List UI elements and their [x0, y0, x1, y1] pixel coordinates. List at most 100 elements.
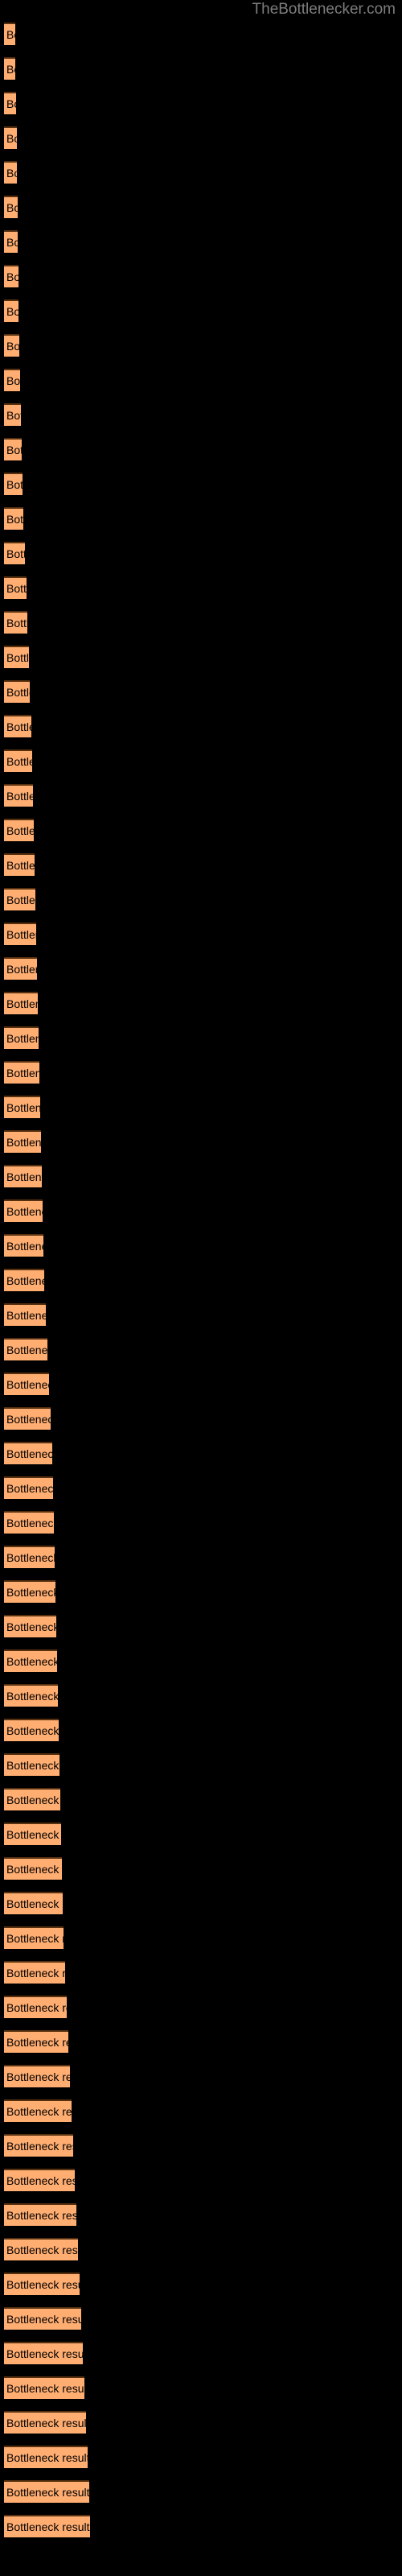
bar-label: Bottleneck result — [6, 2417, 86, 2429]
bar: Bottleneck result — [4, 1165, 42, 1187]
bar-label: Bottleneck result — [6, 28, 15, 41]
bar: Bottleneck result — [4, 507, 23, 530]
bar: Bottleneck result — [4, 853, 35, 876]
bar: Bottleneck result — [4, 680, 30, 703]
bar-label: Bottleneck result — [6, 1828, 61, 1841]
bar: Bottleneck result — [4, 2134, 73, 2157]
bar-label: Bottleneck result — [6, 2313, 81, 2326]
bar-label: Bottleneck result — [6, 1551, 55, 1564]
bar-label: Bottleneck result — [6, 97, 16, 110]
bar: Bottleneck result — [4, 1234, 43, 1257]
bar-label: Bottleneck result — [6, 963, 37, 976]
bar-label: Bottleneck result — [6, 1378, 49, 1391]
bar: Bottleneck result — [4, 196, 18, 218]
bar: Bottleneck result — [4, 1338, 47, 1360]
bar-label: Bottleneck result — [6, 2382, 84, 2395]
bar-label: Bottleneck result — [6, 409, 21, 422]
bar-label: Bottleneck result — [6, 1170, 42, 1183]
bar: Bottleneck result — [4, 819, 34, 841]
bar-label: Bottleneck result — [6, 374, 20, 387]
bar-label: Bottleneck result — [6, 2105, 72, 2118]
bar: Bottleneck result — [4, 1546, 55, 1568]
bar: Bottleneck result — [4, 1753, 59, 1776]
bars-layer: Bottleneck result Bottleneck result Bottle… — [0, 0, 402, 2576]
bar-label: Bottleneck result — [6, 201, 18, 214]
bar-label: Bottleneck result — [6, 720, 31, 733]
bar: Bottleneck result — [4, 1926, 64, 1949]
bar: Bottleneck result — [4, 2203, 76, 2226]
bar-label: Bottleneck result — [6, 1620, 56, 1633]
bar-label: Bottleneck result — [6, 1447, 52, 1460]
bar-label: Bottleneck result — [6, 1655, 57, 1668]
bar: Bottleneck result — [4, 2030, 68, 2053]
bar: Bottleneck result — [4, 1684, 58, 1707]
bar: Bottleneck result — [4, 2411, 86, 2434]
bar-label: Bottleneck result — [6, 2140, 73, 2153]
bar-label: Bottleneck result — [6, 305, 18, 318]
bar-label: Bottleneck result — [6, 2451, 88, 2464]
bar-label: Bottleneck result — [6, 1136, 41, 1149]
bar: Bottleneck result — [4, 1649, 57, 1672]
bar: Bottleneck result — [4, 1269, 44, 1291]
bar-label: Bottleneck result — [6, 1586, 55, 1599]
bar-label: Bottleneck result — [6, 859, 35, 872]
bar: Bottleneck result — [4, 126, 17, 149]
bar: Bottleneck result — [4, 161, 17, 184]
bar-label: Bottleneck result — [6, 2001, 67, 2014]
bar: Bottleneck result — [4, 611, 27, 634]
bar-label: Bottleneck result — [6, 2174, 75, 2187]
bar-label: Bottleneck result — [6, 132, 17, 145]
bar: Bottleneck result — [4, 1130, 41, 1153]
bar-label: Bottleneck result — [6, 1863, 62, 1876]
bar-label: Bottleneck result — [6, 1274, 44, 1287]
bar: Bottleneck result — [4, 23, 15, 45]
bar-label: Bottleneck result — [6, 1517, 54, 1530]
bar-label: Bottleneck result — [6, 478, 23, 491]
bar-label: Bottleneck result — [6, 2209, 76, 2222]
bar-label: Bottleneck result — [6, 513, 23, 526]
bar-label: Bottleneck result — [6, 340, 19, 353]
bar: Bottleneck result — [4, 265, 18, 287]
bar: Bottleneck result — [4, 1511, 54, 1534]
bar: Bottleneck result — [4, 923, 36, 945]
bar-label: Bottleneck result — [6, 617, 27, 630]
bar: Bottleneck result — [4, 2342, 83, 2364]
bar-label: Bottleneck result — [6, 1032, 39, 1045]
bar: Bottleneck result — [4, 2446, 88, 2468]
bar-label: Bottleneck result — [6, 686, 30, 699]
bar: Bottleneck result — [4, 2515, 90, 2537]
bar: Bottleneck result — [4, 2099, 72, 2122]
bar-label: Bottleneck result — [6, 997, 38, 1010]
bar: Bottleneck result — [4, 576, 27, 599]
bar: Bottleneck result — [4, 1892, 63, 1914]
bar: Bottleneck result — [4, 646, 29, 668]
bar: Bottleneck result — [4, 1719, 59, 1741]
bar: Bottleneck result — [4, 2273, 80, 2295]
bar-label: Bottleneck result — [6, 1932, 64, 1945]
bar-label: Bottleneck result — [6, 1690, 58, 1703]
bar: Bottleneck result — [4, 2307, 81, 2330]
bar-label: Bottleneck result — [6, 1309, 46, 1322]
bar-label: Bottleneck result — [6, 270, 18, 283]
bar-label: Bottleneck result — [6, 755, 32, 768]
bar-label: Bottleneck result — [6, 2347, 83, 2360]
bar-label: Bottleneck result — [6, 1205, 43, 1218]
bar: Bottleneck result — [4, 2238, 78, 2260]
bar: Bottleneck result — [4, 334, 19, 357]
bar-label: Bottleneck result — [6, 547, 25, 560]
bar: Bottleneck result — [4, 992, 38, 1014]
bar-label: Bottleneck result — [6, 2036, 68, 2049]
bar: Bottleneck result — [4, 2169, 75, 2191]
bar-label: Bottleneck result — [6, 1897, 63, 1910]
bar: Bottleneck result — [4, 749, 32, 772]
bar-label: Bottleneck result — [6, 2520, 90, 2533]
bar-label: Bottleneck result — [6, 1967, 65, 1979]
bar: Bottleneck result — [4, 542, 25, 564]
bar: Bottleneck result — [4, 888, 35, 910]
bar-label: Bottleneck result — [6, 1067, 39, 1080]
bar: Bottleneck result — [4, 1199, 43, 1222]
bar: Bottleneck result — [4, 1996, 67, 2018]
bar: Bottleneck result — [4, 2376, 84, 2399]
bar: Bottleneck result — [4, 1096, 40, 1118]
bar-label: Bottleneck result — [6, 651, 29, 664]
